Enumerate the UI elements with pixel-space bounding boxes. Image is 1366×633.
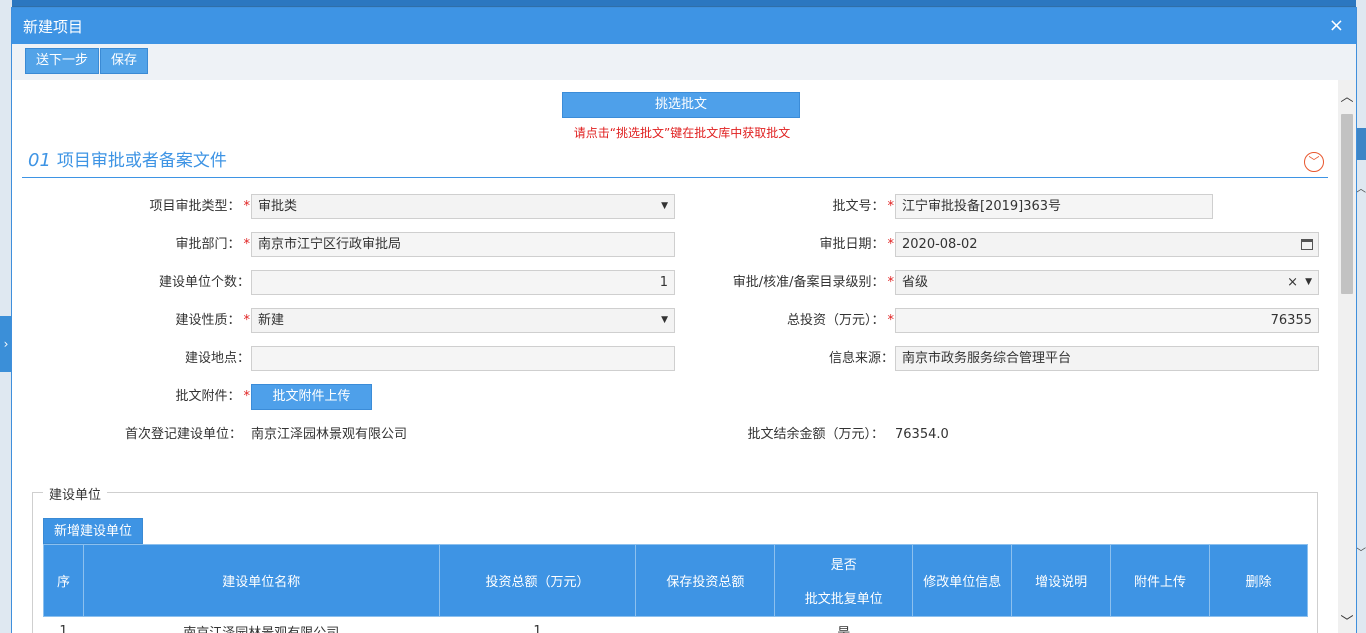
close-icon[interactable]: × xyxy=(1329,17,1344,35)
approval-date-input[interactable]: 2020-08-02 xyxy=(895,232,1319,257)
app-scroll-up-icon[interactable]: ︿ xyxy=(1356,180,1366,195)
dropdown-caret-icon: ▼ xyxy=(1305,277,1312,287)
col-is-approval-unit: 是否 批文批复单位 xyxy=(774,544,914,617)
col-index: 序 xyxy=(43,544,84,617)
first-unit-value: 南京江泽园林景观有限公司 xyxy=(251,427,408,442)
col-saved-investment: 保存投资总额 xyxy=(635,544,776,617)
pick-approval-area: 挑选批文 请点击“挑选批文”键在批文库中获取批文 xyxy=(562,92,802,141)
location-label: 建设地点： xyxy=(184,351,250,366)
approval-type-label: 项目审批类型： * xyxy=(149,199,250,214)
location-input[interactable] xyxy=(251,346,675,371)
total-investment-input[interactable]: 76355 xyxy=(895,308,1319,333)
dialog-titlebar: 新建项目 × xyxy=(12,8,1356,44)
dialog-title: 新建项目 xyxy=(23,17,84,36)
scrollbar-thumb[interactable] xyxy=(1341,114,1353,294)
construction-nature-select[interactable]: 新建 ▼ xyxy=(251,308,675,333)
section-title: 项目审批或者备案文件 xyxy=(56,151,227,171)
cell-attachment-upload[interactable] xyxy=(1111,617,1210,633)
total-investment-label: 总投资（万元）： * xyxy=(786,313,894,328)
table-row: 1 南京江泽园林景观有限公司 1 是 xyxy=(44,617,1308,633)
units-table: 序 建设单位名称 投资总额（万元） 保存投资总额 是否 批文批复单位 修改单位信… xyxy=(43,544,1308,633)
approval-date-label: 审批日期： * xyxy=(819,237,894,252)
col-investment: 投资总额（万元） xyxy=(438,544,637,617)
section-header: 01 项目审批或者备案文件 ﹀ xyxy=(22,146,1328,178)
approval-no-input[interactable]: 江宁审批投备[2019]363号 xyxy=(895,194,1213,219)
construction-units-panel: 建设单位 新增建设单位 序 建设单位名称 投资总额（万元） 保存投资总额 是否 … xyxy=(32,484,1318,633)
app-right-strip xyxy=(1356,128,1366,160)
units-legend: 建设单位 xyxy=(43,484,108,503)
unit-count-input[interactable]: 1 xyxy=(251,270,675,295)
balance-label: 批文结余金额（万元）： xyxy=(747,427,884,442)
cell-investment: 1 xyxy=(533,624,542,633)
catalog-level-label: 审批/核准/备案目录级别： * xyxy=(732,275,894,290)
first-unit-label: 首次登记建设单位： xyxy=(124,427,242,442)
construction-nature-label: 建设性质： * xyxy=(175,313,250,328)
catalog-level-select[interactable]: 省级 × ▼ xyxy=(895,270,1319,295)
scroll-up-icon[interactable]: ︿ xyxy=(1338,86,1356,105)
calendar-icon[interactable] xyxy=(1301,239,1313,250)
content-scrollbar[interactable]: ︿ ﹀ xyxy=(1338,80,1356,633)
app-top-bar xyxy=(0,0,1366,6)
attachment-label: 批文附件： * xyxy=(175,389,250,404)
dropdown-caret-icon: ▼ xyxy=(661,201,668,211)
send-next-button[interactable]: 送下一步 xyxy=(25,48,100,74)
col-add-note: 增设说明 xyxy=(1011,544,1112,617)
dialog-toolbar: 送下一步 保存 xyxy=(12,44,1356,80)
balance-value: 76354.0 xyxy=(895,427,949,442)
approval-type-select[interactable]: 审批类 ▼ xyxy=(251,194,675,219)
approval-dept-input[interactable]: 南京市江宁区行政审批局 xyxy=(251,232,675,257)
dropdown-caret-icon: ▼ xyxy=(661,315,668,325)
col-unit-name: 建设单位名称 xyxy=(82,544,440,617)
collapse-chevron-icon[interactable]: ﹀ xyxy=(1304,152,1324,172)
attachment-upload-button[interactable]: 批文附件上传 xyxy=(251,384,372,410)
cell-is-approval-unit: 是 xyxy=(775,617,913,633)
cell-saved-investment xyxy=(636,617,775,633)
pick-approval-hint: 请点击“挑选批文”键在批文库中获取批文 xyxy=(573,126,791,140)
scroll-down-icon[interactable]: ﹀ xyxy=(1338,611,1356,630)
cell-add-note[interactable] xyxy=(1012,617,1111,633)
app-scroll-down-icon[interactable]: ﹀ xyxy=(1356,544,1366,559)
cell-edit-unit[interactable] xyxy=(913,617,1012,633)
clear-icon[interactable]: × xyxy=(1287,271,1298,294)
approval-no-label: 批文号： * xyxy=(832,199,894,214)
add-unit-button[interactable]: 新增建设单位 xyxy=(43,518,144,544)
info-source-label: 信息来源： xyxy=(828,351,894,366)
save-button[interactable]: 保存 xyxy=(100,48,149,74)
form-content: 挑选批文 请点击“挑选批文”键在批文库中获取批文 01 项目审批或者备案文件 ﹀ … xyxy=(12,80,1340,633)
cell-index: 1 xyxy=(59,624,68,633)
cell-delete[interactable] xyxy=(1210,617,1308,633)
approval-dept-label: 审批部门： * xyxy=(175,237,250,252)
info-source-input: 南京市政务服务综合管理平台 xyxy=(895,346,1319,371)
new-project-dialog: 新建项目 × 送下一步 保存 挑选批文 请点击“挑选批文”键在批文库中获取批文 … xyxy=(11,7,1357,633)
col-attachment-upload: 附件上传 xyxy=(1110,544,1210,617)
col-delete: 删除 xyxy=(1209,544,1308,617)
cell-unit-name: 南京江泽园林景观有限公司 xyxy=(83,617,439,633)
col-edit-unit: 修改单位信息 xyxy=(912,544,1013,617)
section-number: 01 xyxy=(28,150,51,171)
unit-count-label: 建设单位个数： xyxy=(158,275,250,290)
app-right-panel: ︿ ﹀ xyxy=(1356,0,1366,633)
pick-approval-button[interactable]: 挑选批文 xyxy=(562,92,800,118)
